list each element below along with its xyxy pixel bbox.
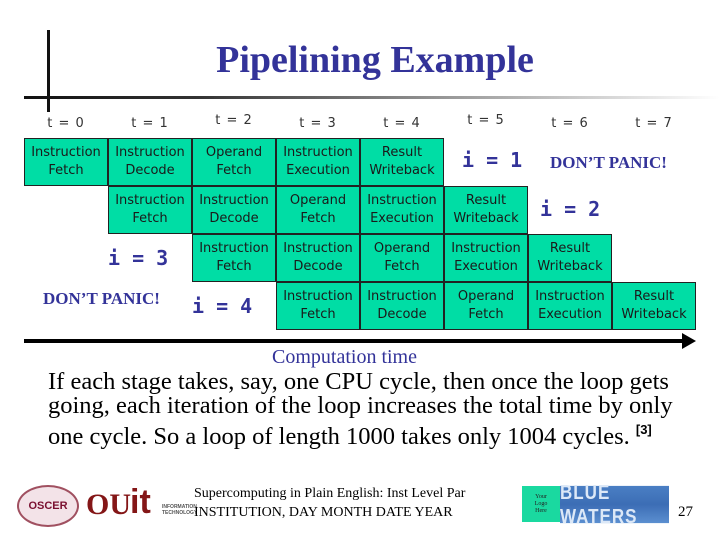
dont-panic-label: DON’T PANIC! xyxy=(43,289,160,308)
dont-panic-label: DON’T PANIC! xyxy=(550,153,667,172)
pipeline-stage-box: Operand Fetch xyxy=(444,282,528,330)
citation: [3] xyxy=(635,422,652,437)
pipeline-stage-box: Instruction Fetch xyxy=(192,234,276,282)
title-decor-horizontal-bar xyxy=(24,96,720,99)
pipeline-stage-box: Instruction Execution xyxy=(360,186,444,234)
pipeline-stage-box: Result Writeback xyxy=(528,234,612,282)
pipeline-stage-box: Instruction Execution xyxy=(528,282,612,330)
iteration-label: i = 1 xyxy=(462,148,523,172)
pipeline-stage-box: Instruction Execution xyxy=(444,234,528,282)
time-label: t = 3 xyxy=(299,116,337,131)
explanation-body: If each stage takes, say, one CPU cycle,… xyxy=(48,368,673,450)
it-logo-subtitle: INFORMATION TECHNOLOGY xyxy=(162,504,198,516)
time-label: t = 7 xyxy=(635,116,673,131)
iteration-label: i = 4 xyxy=(192,294,253,318)
it-logo: it INFORMATION TECHNOLOGY xyxy=(122,482,200,528)
time-axis-line xyxy=(24,339,684,343)
it-logo-mark: it xyxy=(130,483,151,521)
slide-title: Pipelining Example xyxy=(216,39,534,81)
pipeline-stage-box: Instruction Execution xyxy=(276,138,360,186)
pipeline-stage-box: Operand Fetch xyxy=(360,234,444,282)
time-axis-label: Computation time xyxy=(272,346,417,368)
time-axis-arrow-icon xyxy=(682,333,696,349)
time-label: t = 4 xyxy=(383,116,421,131)
pipeline-stage-box: Instruction Fetch xyxy=(24,138,108,186)
pipeline-stage-box: Result Writeback xyxy=(444,186,528,234)
ou-logo: OU xyxy=(86,488,131,521)
your-logo-placeholder: Your Logo Here xyxy=(522,486,560,522)
time-label: t = 2 xyxy=(215,113,253,128)
pipeline-stage-box: Instruction Decode xyxy=(360,282,444,330)
iteration-label: i = 2 xyxy=(540,197,601,221)
pipeline-stage-box: Instruction Decode xyxy=(276,234,360,282)
pipeline-stage-box: Result Writeback xyxy=(360,138,444,186)
pipeline-stage-box: Result Writeback xyxy=(612,282,696,330)
time-label: t = 0 xyxy=(47,116,85,131)
iteration-label: i = 3 xyxy=(108,246,169,270)
oscer-logo: OSCER xyxy=(17,485,79,527)
pipeline-stage-box: Instruction Fetch xyxy=(276,282,360,330)
time-label: t = 5 xyxy=(467,113,505,128)
time-label: t = 1 xyxy=(131,116,169,131)
explanation-text: If each stage takes, say, one CPU cycle,… xyxy=(48,368,708,450)
pipeline-stage-box: Instruction Decode xyxy=(192,186,276,234)
time-label: t = 6 xyxy=(551,116,589,131)
pipeline-stage-box: Instruction Decode xyxy=(108,138,192,186)
footer-line-1: Supercomputing in Plain English: Inst Le… xyxy=(194,486,466,501)
pipeline-stage-box: Instruction Fetch xyxy=(108,186,192,234)
footer-line-2: INSTITUTION, DAY MONTH DATE YEAR xyxy=(194,505,453,520)
footer-text: Supercomputing in Plain English: Inst Le… xyxy=(194,484,465,522)
page-number: 27 xyxy=(678,504,693,520)
pipeline-stage-box: Operand Fetch xyxy=(276,186,360,234)
blue-waters-logo: BLUE WATERS xyxy=(560,481,669,527)
pipeline-stage-box: Operand Fetch xyxy=(192,138,276,186)
